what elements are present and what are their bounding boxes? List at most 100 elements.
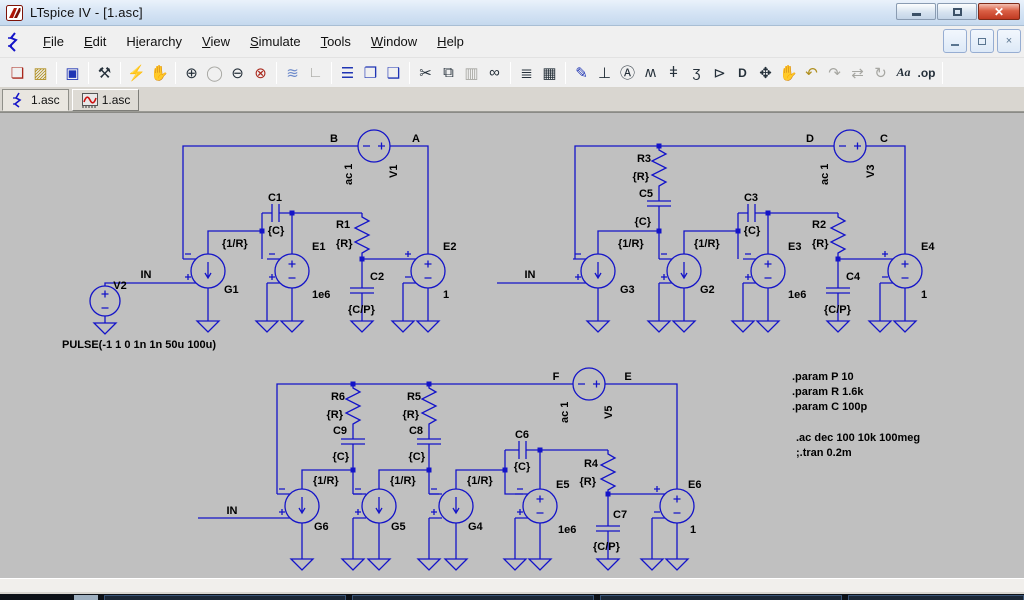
v1-name-label[interactable]: V1 bbox=[388, 165, 400, 178]
v2-name-label[interactable]: V2 bbox=[113, 280, 126, 292]
mirror-icon[interactable]: ⇄ bbox=[846, 61, 869, 85]
directive-param-c[interactable]: .param C 100p bbox=[792, 401, 867, 413]
zoom-full-extents-icon[interactable]: ⊗ bbox=[249, 61, 272, 85]
cascade-windows-icon[interactable]: ❐ bbox=[359, 61, 382, 85]
component-g4[interactable]: {1/R} G4 bbox=[429, 475, 493, 533]
print-preview-icon[interactable]: ≣ bbox=[515, 61, 538, 85]
menu-file[interactable]: File bbox=[33, 30, 74, 53]
c1-name-label[interactable]: C1 bbox=[268, 192, 282, 204]
component-r1[interactable]: R1 {R} bbox=[336, 213, 369, 259]
menu-tools[interactable]: Tools bbox=[311, 30, 361, 53]
e2-value-label[interactable]: 1 bbox=[443, 289, 449, 301]
g2-value-label[interactable]: {1/R} bbox=[694, 238, 720, 250]
c8-value-label[interactable]: {C} bbox=[408, 451, 425, 463]
r5-value-label[interactable]: {R} bbox=[402, 409, 419, 421]
mdi-close-button[interactable]: × bbox=[997, 29, 1021, 53]
r1-name-label[interactable]: R1 bbox=[336, 219, 350, 231]
e1-name-label[interactable]: E1 bbox=[312, 241, 325, 253]
draw-wire-icon[interactable]: ✎ bbox=[570, 61, 593, 85]
move-icon[interactable]: ✥ bbox=[754, 61, 777, 85]
c9-value-label[interactable]: {C} bbox=[332, 451, 349, 463]
component-c7[interactable]: C7 {C/P} bbox=[593, 509, 627, 553]
net-label-in[interactable]: IN bbox=[141, 269, 152, 281]
c6-value-label[interactable]: {C} bbox=[514, 461, 531, 473]
close-button[interactable]: ✕ bbox=[978, 3, 1020, 20]
component-e4[interactable]: E4 1 bbox=[880, 241, 935, 301]
minimize-button[interactable] bbox=[896, 3, 936, 20]
component-g3[interactable]: IN {1/R} G3 bbox=[525, 238, 645, 296]
save-icon[interactable]: ▣ bbox=[61, 61, 84, 85]
e6-value-label[interactable]: 1 bbox=[690, 524, 696, 536]
new-schematic-icon[interactable]: ❏ bbox=[6, 61, 29, 85]
undo-icon[interactable]: ↶ bbox=[800, 61, 823, 85]
zoom-back-icon[interactable]: ◯ bbox=[203, 61, 226, 85]
r2-value-label[interactable]: {R} bbox=[812, 238, 829, 250]
print-icon[interactable]: ▦ bbox=[538, 61, 561, 85]
r4-name-label[interactable]: R4 bbox=[584, 458, 599, 470]
place-text-icon[interactable]: Aa bbox=[892, 61, 915, 85]
component-e3[interactable]: E3 1e6 bbox=[743, 241, 806, 301]
menu-view[interactable]: View bbox=[192, 30, 240, 53]
g4-name-label[interactable]: G4 bbox=[468, 521, 484, 533]
r6-value-label[interactable]: {R} bbox=[326, 409, 343, 421]
place-ground-icon[interactable]: ⊥ bbox=[593, 61, 616, 85]
directive-param-r[interactable]: .param R 1.6k bbox=[792, 386, 864, 398]
g3-value-label[interactable]: {1/R} bbox=[618, 238, 644, 250]
rotate-icon[interactable]: ↻ bbox=[869, 61, 892, 85]
mdi-restore-button[interactable] bbox=[970, 29, 994, 53]
wire-net-block1[interactable] bbox=[105, 146, 428, 323]
component-v3[interactable]: D C ac 1 V3 bbox=[806, 130, 888, 185]
paste-icon[interactable]: ▥ bbox=[460, 61, 483, 85]
v3-name-label[interactable]: V3 bbox=[865, 165, 877, 178]
c3-name-label[interactable]: C3 bbox=[744, 192, 758, 204]
r3-name-label[interactable]: R3 bbox=[637, 153, 651, 165]
halt-icon[interactable]: ✋ bbox=[148, 61, 171, 85]
component-c3[interactable]: C3 {C} bbox=[744, 192, 761, 237]
r4-value-label[interactable]: {R} bbox=[579, 476, 596, 488]
place-inductor-icon[interactable]: ʒ bbox=[685, 61, 708, 85]
g4-value-label[interactable]: {1/R} bbox=[467, 475, 493, 487]
plot-settings-icon[interactable]: ∟ bbox=[304, 61, 327, 85]
net-label-in[interactable]: IN bbox=[525, 269, 536, 281]
e2-name-label[interactable]: E2 bbox=[443, 241, 456, 253]
net-label-b[interactable]: B bbox=[330, 133, 338, 145]
place-capacitor-icon[interactable]: ǂ bbox=[662, 61, 685, 85]
component-c8[interactable]: C8 {C} bbox=[408, 425, 441, 470]
component-e2[interactable]: E2 1 bbox=[403, 241, 456, 301]
e6-name-label[interactable]: E6 bbox=[688, 479, 701, 491]
e4-name-label[interactable]: E4 bbox=[921, 241, 935, 253]
component-r2[interactable]: R2 {R} bbox=[812, 213, 845, 259]
component-e1[interactable]: E1 1e6 bbox=[267, 241, 330, 301]
g6-value-label[interactable]: {1/R} bbox=[313, 475, 339, 487]
component-v5[interactable]: F E ac 1 V5 bbox=[553, 368, 632, 423]
net-label-e[interactable]: E bbox=[624, 371, 631, 383]
copy-icon[interactable]: ⧉ bbox=[437, 61, 460, 85]
v5-name-label[interactable]: V5 bbox=[603, 406, 615, 419]
net-label-a[interactable]: A bbox=[412, 133, 420, 145]
component-v2[interactable]: V2 IN PULSE(-1 1 0 1n 1n 50u 100u) bbox=[62, 269, 216, 351]
c4-name-label[interactable]: C4 bbox=[846, 271, 861, 283]
directive-ac-analysis[interactable]: .ac dec 100 10k 100meg bbox=[796, 432, 920, 444]
component-g5[interactable]: {1/R} G5 bbox=[353, 475, 416, 533]
e3-name-label[interactable]: E3 bbox=[788, 241, 801, 253]
c8-name-label[interactable]: C8 bbox=[409, 425, 423, 437]
g3-name-label[interactable]: G3 bbox=[620, 284, 635, 296]
zoom-out-icon[interactable]: ⊖ bbox=[226, 61, 249, 85]
menu-simulate[interactable]: Simulate bbox=[240, 30, 311, 53]
g5-name-label[interactable]: G5 bbox=[391, 521, 406, 533]
control-panel-icon[interactable]: ⚒ bbox=[93, 61, 116, 85]
directive-param-p[interactable]: .param P 10 bbox=[792, 371, 854, 383]
net-label-d[interactable]: D bbox=[806, 133, 814, 145]
r2-name-label[interactable]: R2 bbox=[812, 219, 826, 231]
net-label-f[interactable]: F bbox=[553, 371, 560, 383]
v3-value-label[interactable]: ac 1 bbox=[819, 164, 831, 185]
component-r4[interactable]: R4 {R} bbox=[579, 450, 615, 494]
c9-name-label[interactable]: C9 bbox=[333, 425, 347, 437]
c6-name-label[interactable]: C6 bbox=[515, 429, 529, 441]
tab-schematic-1asc[interactable]: 1.asc bbox=[2, 89, 69, 111]
component-g2[interactable]: {1/R} G2 bbox=[659, 238, 720, 296]
e3-value-label[interactable]: 1e6 bbox=[788, 289, 806, 301]
zoom-in-icon[interactable]: ⊕ bbox=[180, 61, 203, 85]
cut-icon[interactable]: ✂ bbox=[414, 61, 437, 85]
ground-symbols-block3[interactable] bbox=[291, 559, 688, 570]
